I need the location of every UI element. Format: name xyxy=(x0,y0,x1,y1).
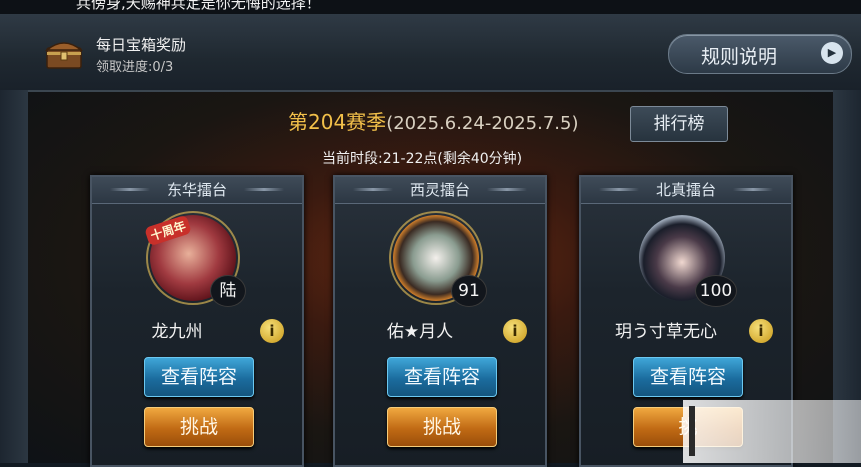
arena-card-donghua: 东华擂台 十周年 陆 龙九州 i 查看阵容 挑战 xyxy=(90,175,304,467)
player-level: 100 xyxy=(695,275,737,307)
player-name: 龙九州 xyxy=(151,322,203,342)
arena-title: 西灵擂台 xyxy=(335,177,545,204)
info-icon[interactable]: i xyxy=(260,319,284,343)
arena-card-xiling: 西灵擂台 91 佑★月人 i 查看阵容 挑战 xyxy=(333,175,547,467)
treasure-chest-icon[interactable] xyxy=(44,36,84,70)
daily-chest-progress: 领取进度:0/3 xyxy=(96,60,174,75)
player-name: 佑★月人 xyxy=(386,322,454,342)
season-title: 第204赛季(2025.6.24-2025.7.5) xyxy=(288,106,579,135)
top-banner: 兵傍身,天赐神兵定是你无悔的选择！ xyxy=(0,0,861,14)
watermark-mark xyxy=(689,406,695,456)
daily-chest-title: 每日宝箱奖励 xyxy=(96,36,187,54)
challenge-button[interactable]: 挑战 xyxy=(144,407,254,447)
info-icon[interactable]: i xyxy=(749,319,773,343)
arena-title: 北真擂台 xyxy=(581,177,791,204)
player-level: 91 xyxy=(451,275,487,307)
player-level: 陆 xyxy=(210,275,246,307)
info-icon[interactable]: i xyxy=(503,319,527,343)
season-dates: (2025.6.24-2025.7.5) xyxy=(386,113,579,134)
arena-title: 东华擂台 xyxy=(92,177,302,204)
ranking-button[interactable]: 排行榜 xyxy=(630,106,728,142)
current-period: 当前时段:21-22点(剩余40分钟) xyxy=(322,151,523,167)
rules-button[interactable]: 规则说明 ▶ xyxy=(668,34,852,74)
season-name: 第204赛季 xyxy=(288,110,387,134)
view-lineup-button[interactable]: 查看阵容 xyxy=(387,357,497,397)
left-frame xyxy=(0,90,28,463)
top-banner-text: 兵傍身,天赐神兵定是你无悔的选择！ xyxy=(76,0,321,12)
play-arrow-icon: ▶ xyxy=(821,42,843,64)
watermark-overlay xyxy=(683,400,861,463)
player-name: 玥う寸草无心 xyxy=(615,322,717,342)
rules-button-label: 规则说明 xyxy=(701,46,778,68)
challenge-button[interactable]: 挑战 xyxy=(387,407,497,447)
view-lineup-button[interactable]: 查看阵容 xyxy=(633,357,743,397)
view-lineup-button[interactable]: 查看阵容 xyxy=(144,357,254,397)
